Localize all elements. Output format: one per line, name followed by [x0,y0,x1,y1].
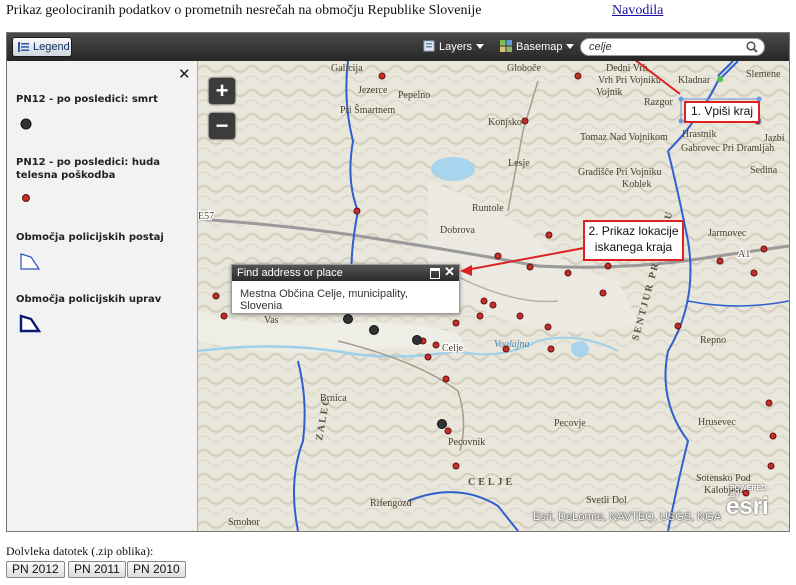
maximize-icon[interactable] [430,268,440,279]
map-label-globoce: Globoče [507,63,541,74]
legend-item-death-label: PN12 - po posledici: smrt [16,94,158,105]
search-box [580,38,765,56]
map-label-smohor: Smohor [228,517,260,528]
zoom-out-button[interactable]: − [209,113,235,139]
help-link[interactable]: Navodila [612,3,663,19]
map-label-e57: E57 [198,211,214,222]
page-title: Prikaz geolociranih podatkov o prometnih… [6,3,482,18]
basemap-label: Basemap [516,41,563,53]
map-label-slemene: Slemene [746,69,781,80]
map-label-galicija: Galicija [331,63,363,74]
map-label-sotensko-pod: Sotensko Pod [696,473,751,484]
injury-dot-icon [22,194,30,202]
esri-powered-label: POWERED BY [730,485,767,499]
download-pn2012-button[interactable]: PN 2012 [6,561,65,578]
death-dot-icon [20,118,32,130]
esri-logo: POWERED BY esri [726,485,769,521]
map-label-pepelno: Pepelno [398,90,430,101]
callout-step-2-line2: iskanega kraja [594,240,673,254]
map-label-jazbi: Jazbi [764,133,785,144]
map-label-runtole: Runtole [472,203,504,214]
download-pn2010-button[interactable]: PN 2010 [127,561,186,578]
callout-step-1: 1. Vpiši kraj [684,101,760,123]
downloads-label: Dolvleka datotek (.zip oblika): [6,544,154,558]
search-input[interactable] [589,40,739,54]
legend-button[interactable]: Legend [12,37,72,57]
map-label-pecovnik: Pecovnik [448,437,485,448]
close-icon[interactable]: ✕ [444,264,455,280]
map-label-a1: A1 [738,249,750,260]
legend-button-label: Legend [33,41,70,53]
map-label-celje: Celje [442,343,464,354]
map-label-rifengozd: Rifengozd [370,498,412,509]
find-address-popup: Find address or place ✕ Mestna Občina Ce… [231,264,460,314]
legend-panel: ✕ PN12 - po posledici: smrt PN12 - po po… [7,61,198,531]
map-label-sedina: Sedina [750,165,778,176]
basemap-grid-icon [500,40,512,52]
popup-header: Find address or place ✕ [232,264,459,281]
map-label-pecovje: Pecovje [554,418,586,429]
map-label-jezerce: Jezerce [358,85,388,96]
map-toolbar: Legend Layers Basemap [7,33,789,61]
legend-item-police-stations-label: Območja policijskih postaj [16,232,164,243]
legend-item-police-admin-label: Območja policijskih uprav [16,294,162,305]
callout-step-2: 2. Prikaz lokacije iskanega kraja [583,220,684,261]
map-label-hrusevec: Hrusevec [698,417,736,428]
police-stations-polygon-icon [20,253,41,270]
legend-item-injury-label: PN12 - po posledici: huda telesna poškod… [16,157,160,181]
basemap-button[interactable]: Basemap [500,39,575,55]
map-label-voglajna: Voglajna [494,339,530,350]
map-label-vrh-pri-vojniku: Vrh Pri Vojniku [598,75,661,86]
map-label-gabrovec-pri-dramljah: Gabrovec Pri Dramljah [681,143,774,154]
map-label-lesje: Lesje [508,158,530,169]
map-label-koblek: Koblek [622,179,651,190]
layers-icon [423,40,435,52]
map-label-konjsko: Konjsko [488,117,522,128]
police-admin-polygon-icon [19,314,41,333]
map-label-hrastnik: Hrastnik [682,129,716,140]
map-canvas[interactable]: Galicija Globoče Dedni Vrh Vrh Pri Vojni… [198,61,789,531]
map-label-celje-region: CELJE [468,477,515,488]
legend-close-icon[interactable]: ✕ [178,65,191,83]
zoom-in-button[interactable]: + [209,78,235,104]
map-viewer: Legend Layers Basemap ✕ [6,32,790,532]
map-attribution: Esri, DeLorme, NAVTEQ, USGS, NGA [533,511,722,523]
map-label-svetli-dol: Svetli Dol [586,495,627,506]
basemap-caret-icon [566,44,575,49]
layers-button[interactable]: Layers [423,39,485,55]
callout-step-2-line1: 2. Prikaz lokacije [588,224,679,238]
map-label-vojnik: Vojnik [596,87,623,98]
map-label-pri-smartnem: Pri Šmartnem [340,104,395,116]
layers-label: Layers [439,41,473,53]
legend-list-icon [18,42,29,52]
map-label-kladnar: Kladnar [678,75,711,86]
map-label-razgor: Razgor [644,97,674,108]
map-label-dobrova: Dobrova [440,225,476,236]
popup-result-text: Mestna Občina Celje, municipality, Slove… [240,288,408,312]
map-label-gradisce-pri-vojniku: Gradišče Pri Vojniku [578,167,662,178]
map-label-repno: Repno [700,335,726,346]
popup-title: Find address or place [237,267,343,279]
download-pn2011-button[interactable]: PN 2011 [68,561,126,578]
layers-caret-icon [476,44,485,49]
search-icon[interactable] [746,41,758,53]
map-label-tomaz-nad-vojnikom: Tomaz Nad Vojnikom [580,132,668,143]
map-label-jarmovec: Jarmovec [708,228,747,239]
